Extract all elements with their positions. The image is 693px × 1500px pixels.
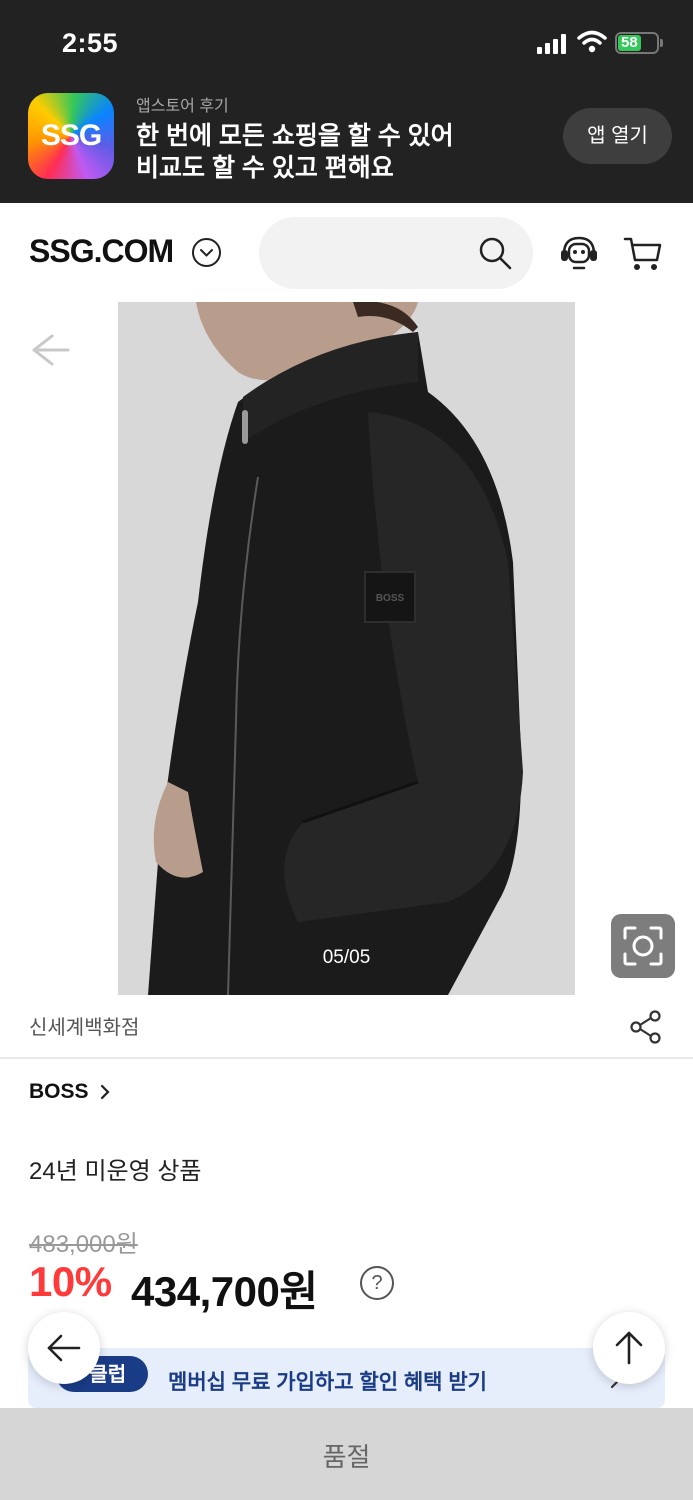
product-name: 24년 미운영 상품 <box>29 1158 202 1185</box>
gallery-prev-arrow[interactable] <box>28 330 72 370</box>
soldout-label: 품절 <box>322 1442 371 1472</box>
purchase-bar[interactable]: 품절 <box>0 1408 693 1500</box>
original-price: 483,000원 <box>29 1231 138 1258</box>
battery-icon: 58 <box>615 32 659 54</box>
chevron-down-icon[interactable] <box>192 238 221 267</box>
banner-subtitle: 앱스토어 후기 <box>136 98 229 115</box>
battery-cap <box>660 39 663 47</box>
jacket-photo: BOSS <box>118 302 575 995</box>
image-counter: 05/05 <box>322 947 371 968</box>
banner-review-line-1: 한 번에 모든 쇼핑을 할 수 있어 <box>136 122 454 150</box>
back-button[interactable] <box>28 1312 100 1384</box>
battery-level: 58 <box>618 35 642 51</box>
camera-lens-icon <box>623 926 663 966</box>
chevron-right-icon[interactable] <box>98 1083 112 1101</box>
scroll-to-top-button[interactable] <box>593 1312 665 1384</box>
svg-text:BOSS: BOSS <box>376 593 405 604</box>
signal-icon <box>537 34 569 54</box>
cart-icon[interactable] <box>622 232 664 274</box>
wifi-icon <box>577 30 607 53</box>
seller-name[interactable]: 신세계백화점 <box>29 1011 139 1040</box>
arrow-left-icon <box>47 1334 81 1362</box>
membership-banner[interactable]: U클럽 멤버십 무료 가입하고 할인 혜택 받기 <box>28 1348 665 1408</box>
status-time: 2:55 <box>62 28 119 58</box>
sale-price: 434,700원 <box>131 1268 318 1315</box>
price-help-icon[interactable]: ? <box>360 1266 394 1300</box>
customer-service-icon[interactable] <box>558 232 600 274</box>
search-icon[interactable] <box>477 235 513 271</box>
site-logo[interactable]: SSG.COM <box>29 233 174 270</box>
product-image[interactable]: BOSS 05/05 <box>118 302 575 995</box>
discount-rate: 10% <box>29 1258 112 1305</box>
share-icon[interactable] <box>628 1009 664 1045</box>
image-search-button[interactable] <box>611 914 675 978</box>
brand-link[interactable]: BOSS <box>29 1080 89 1104</box>
arrow-up-icon <box>615 1331 643 1365</box>
banner-review-line-2: 비교도 할 수 있고 편해요 <box>136 154 394 182</box>
ssg-app-icon[interactable]: SSG <box>28 93 114 179</box>
open-app-button[interactable]: 앱 열기 <box>563 108 672 164</box>
section-divider <box>0 1057 693 1059</box>
app-icon-label: SSG <box>40 119 102 152</box>
membership-text: 멤버십 무료 가입하고 할인 혜택 받기 <box>168 1371 487 1394</box>
